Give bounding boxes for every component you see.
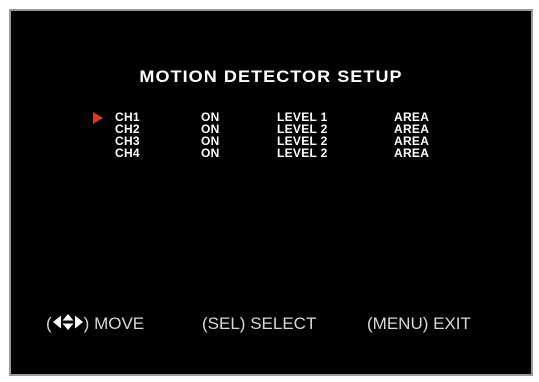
channel-row-ch1[interactable]: CH1 ON LEVEL 1 AREA [11,111,531,124]
menu-title: MOTION DETECTOR SETUP [139,67,403,86]
channel-list: CH1 ON LEVEL 1 AREA CH2 ON LEVEL 2 AREA … [11,111,531,159]
channel-row-ch2[interactable]: CH2 ON LEVEL 2 AREA [11,123,531,135]
four-way-arrows-icon [52,313,83,336]
select-hint-label: SELECT [250,314,317,333]
channel-label: CH4 [115,146,140,160]
move-hint: () MOVE [46,313,144,336]
move-hint-close: ) [83,314,90,333]
menu-key: (MENU) [367,314,429,333]
select-hint: (SEL) SELECT [202,313,316,335]
exit-hint: (MENU) EXIT [367,313,471,335]
osd-screen: MOTION DETECTOR SETUP CH1 ON LEVEL 1 ARE… [9,9,533,376]
select-key: (SEL) [202,314,246,333]
move-hint-label: MOVE [94,314,145,333]
move-hint-open: ( [46,314,52,333]
sensitivity-level[interactable]: LEVEL 2 [277,147,328,159]
channel-row-ch3[interactable]: CH3 ON LEVEL 2 AREA [11,135,531,147]
area-option[interactable]: AREA [394,147,429,159]
channel-row-ch4[interactable]: CH4 ON LEVEL 2 AREA [11,147,531,159]
exit-hint-label: EXIT [433,314,471,333]
channel-state[interactable]: ON [201,147,220,159]
